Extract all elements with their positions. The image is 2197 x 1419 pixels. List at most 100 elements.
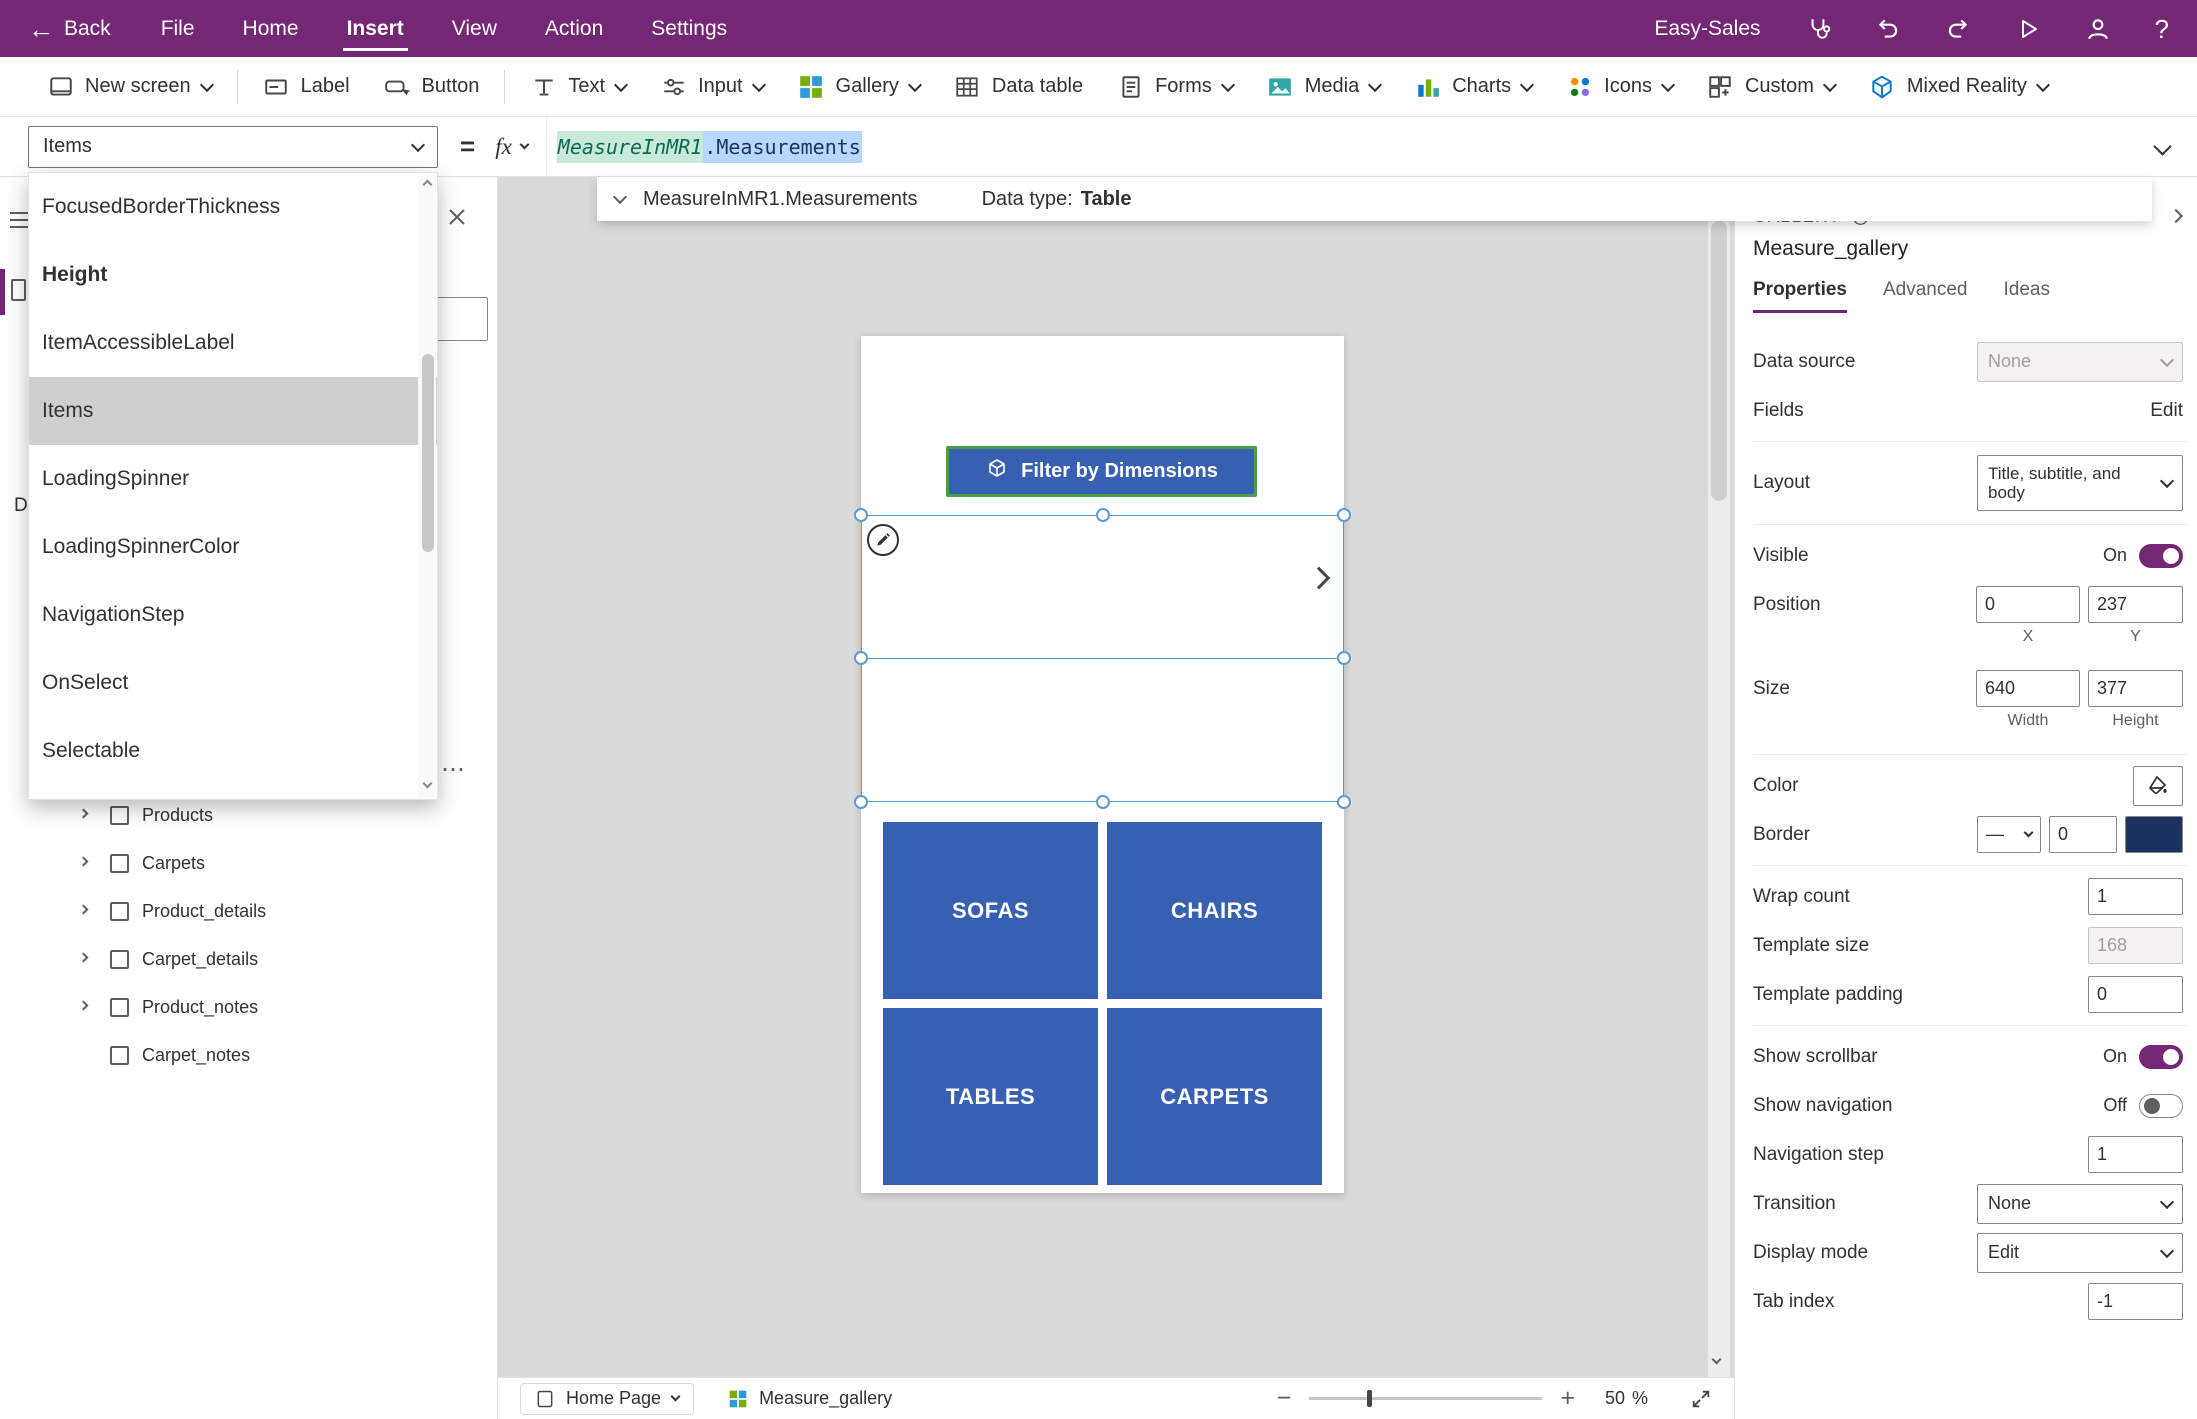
dropdown-item-onselect[interactable]: OnSelect: [29, 649, 437, 717]
dropdown-item-height[interactable]: Height: [29, 241, 437, 309]
menu-file[interactable]: File: [137, 0, 219, 57]
dropdown-item-items[interactable]: Items: [29, 377, 437, 445]
selection-handle-top-mid[interactable]: [1096, 508, 1110, 522]
chevron-right-icon[interactable]: [80, 958, 102, 961]
selection-handle-mid-left[interactable]: [854, 651, 868, 665]
ribbon-data-table[interactable]: Data table: [937, 57, 1100, 117]
ribbon-forms[interactable]: Forms: [1100, 57, 1250, 117]
show-navigation-toggle[interactable]: [2139, 1094, 2183, 1118]
dropdown-item-itemaccessiblelabel[interactable]: ItemAccessibleLabel: [29, 309, 437, 377]
formula-bar-expand-icon[interactable]: [2153, 137, 2171, 155]
zoom-slider[interactable]: [1309, 1397, 1542, 1400]
transition-select[interactable]: None: [1977, 1184, 2183, 1224]
selection-handle-bottom-left[interactable]: [854, 795, 868, 809]
dropdown-item-navigationstep[interactable]: NavigationStep: [29, 581, 437, 649]
position-y-input[interactable]: [2088, 586, 2183, 623]
ribbon-icons[interactable]: Icons: [1549, 57, 1690, 117]
layout-select[interactable]: Title, subtitle, and body: [1977, 455, 2183, 511]
back-button[interactable]: ← Back: [28, 16, 111, 42]
redo-icon[interactable]: [1945, 16, 1971, 42]
scroll-down-icon[interactable]: [422, 779, 432, 789]
ribbon-input[interactable]: Input: [643, 57, 780, 117]
dropdown-item-focusedborderthickness[interactable]: FocusedBorderThickness: [29, 173, 437, 241]
canvas-scrollbar-thumb[interactable]: [1711, 221, 1727, 501]
formula-suggestion-row[interactable]: MeasureInMR1.Measurements Data type: Tab…: [597, 177, 2152, 221]
fields-edit-link[interactable]: Edit: [2150, 400, 2183, 422]
tile-tables[interactable]: TABLES: [883, 1008, 1098, 1185]
scroll-down-icon[interactable]: [1712, 1355, 1722, 1365]
menu-settings[interactable]: Settings: [627, 0, 751, 57]
tree-item-carpet-details[interactable]: Carpet_details: [0, 935, 497, 983]
dropdown-item-loadingspinner[interactable]: LoadingSpinner: [29, 445, 437, 513]
wrap-count-input[interactable]: [2088, 878, 2183, 915]
tile-carpets[interactable]: CARPETS: [1107, 1008, 1322, 1185]
tab-properties[interactable]: Properties: [1753, 279, 1847, 313]
selection-handle-bottom-mid[interactable]: [1096, 795, 1110, 809]
tree-view-rail-icon[interactable]: [11, 279, 26, 301]
chevron-right-icon[interactable]: [80, 910, 102, 913]
show-scrollbar-toggle[interactable]: [2139, 1045, 2183, 1069]
ribbon-new-screen[interactable]: New screen: [30, 57, 229, 117]
selection-handle-top-left[interactable]: [854, 508, 868, 522]
tab-advanced[interactable]: Advanced: [1883, 279, 1968, 313]
navigation-step-input[interactable]: [2088, 1136, 2183, 1173]
tab-index-input[interactable]: [2088, 1283, 2183, 1320]
ribbon-mixed-reality[interactable]: Mixed Reality: [1852, 57, 2065, 117]
hamburger-icon[interactable]: [10, 207, 30, 233]
zoom-in-button[interactable]: +: [1560, 1386, 1575, 1411]
gallery-selection[interactable]: [861, 515, 1344, 802]
chevron-right-icon[interactable]: [80, 814, 102, 817]
template-size-input[interactable]: [2088, 927, 2183, 964]
ribbon-text[interactable]: Text: [513, 57, 643, 117]
menu-insert[interactable]: Insert: [323, 0, 428, 57]
edit-gallery-pencil-icon[interactable]: [867, 524, 899, 556]
tree-item-carpet-notes[interactable]: Carpet_notes: [0, 1031, 497, 1079]
dropdown-item-selectable[interactable]: Selectable: [29, 717, 437, 785]
fullscreen-icon[interactable]: [1690, 1388, 1712, 1410]
screen-selector[interactable]: Home Page: [520, 1383, 694, 1415]
dropdown-scrollbar-thumb[interactable]: [422, 354, 434, 552]
ribbon-media[interactable]: Media: [1250, 57, 1397, 117]
selection-handle-mid-right[interactable]: [1337, 651, 1351, 665]
color-picker-button[interactable]: [2133, 766, 2183, 806]
template-padding-input[interactable]: [2088, 976, 2183, 1013]
menu-action[interactable]: Action: [521, 0, 627, 57]
ribbon-label-control[interactable]: Label: [246, 57, 367, 117]
help-icon[interactable]: ?: [2155, 16, 2169, 42]
account-icon[interactable]: [2085, 16, 2111, 42]
close-icon[interactable]: [445, 205, 471, 231]
menu-view[interactable]: View: [428, 0, 521, 57]
size-width-input[interactable]: [1976, 670, 2080, 707]
tile-sofas[interactable]: SOFAS: [883, 822, 1098, 999]
menu-home[interactable]: Home: [219, 0, 323, 57]
position-x-input[interactable]: [1976, 586, 2080, 623]
undo-icon[interactable]: [1875, 16, 1901, 42]
border-style-select[interactable]: —: [1977, 816, 2041, 853]
ribbon-custom[interactable]: Custom: [1690, 57, 1852, 117]
selection-handle-top-right[interactable]: [1337, 508, 1351, 522]
tile-chairs[interactable]: CHAIRS: [1107, 822, 1322, 999]
filter-by-dimensions-button[interactable]: Filter by Dimensions: [946, 446, 1257, 497]
chevron-right-icon[interactable]: [80, 862, 102, 865]
tree-item-product-details[interactable]: Product_details: [0, 887, 497, 935]
tree-item-overflow-icon[interactable]: ⋯: [441, 755, 467, 784]
data-source-select[interactable]: None: [1977, 342, 2183, 382]
dropdown-item-loadingspinnercolor[interactable]: LoadingSpinnerColor: [29, 513, 437, 581]
zoom-out-button[interactable]: −: [1277, 1386, 1292, 1411]
scroll-up-icon[interactable]: [422, 180, 432, 190]
selection-handle-bottom-right[interactable]: [1337, 795, 1351, 809]
tree-item-product-notes[interactable]: Product_notes: [0, 983, 497, 1031]
border-color-swatch[interactable]: [2125, 816, 2183, 853]
ribbon-button-control[interactable]: Button: [367, 57, 497, 117]
ribbon-gallery[interactable]: Gallery: [781, 57, 937, 117]
visible-toggle[interactable]: [2139, 544, 2183, 568]
fx-selector[interactable]: fx: [495, 134, 546, 160]
screen-canvas[interactable]: Filter by Dimensions SOFAS CHAIRS TABLES: [861, 336, 1344, 1193]
property-selector[interactable]: Items: [28, 126, 438, 168]
border-width-input[interactable]: [2049, 816, 2117, 853]
canvas-scrollbar[interactable]: [1708, 177, 1730, 1377]
chevron-right-icon[interactable]: [80, 1006, 102, 1009]
selected-control-indicator[interactable]: Measure_gallery: [728, 1388, 892, 1409]
tree-item-carpets[interactable]: Carpets: [0, 839, 497, 887]
display-mode-select[interactable]: Edit: [1977, 1233, 2183, 1273]
